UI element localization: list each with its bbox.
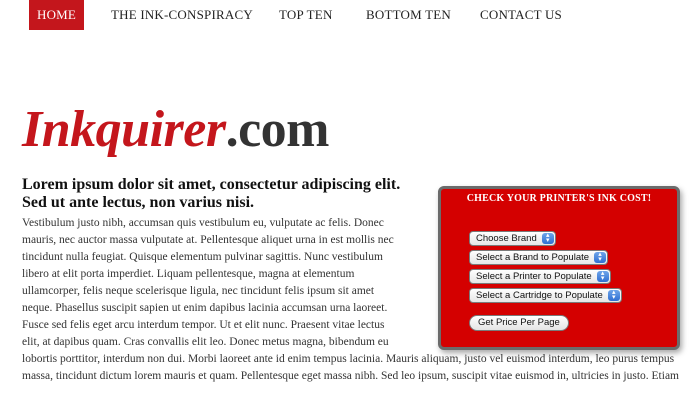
select-arrows-icon: ▴ ▾: [607, 289, 620, 301]
site-logo[interactable]: Inkquirer.com: [22, 100, 329, 159]
nav-top-ten[interactable]: TOP TEN: [279, 0, 333, 30]
page-headline: Lorem ipsum dolor sit amet, consectetur …: [22, 176, 401, 211]
logo-tld: .com: [225, 101, 330, 158]
printer-select-value: Select a Printer to Populate: [476, 271, 592, 282]
cartridge-select[interactable]: Select a Cartridge to Populate ▴ ▾: [469, 288, 622, 303]
nav-bottom-ten[interactable]: BOTTOM TEN: [366, 0, 451, 30]
get-price-button[interactable]: Get Price Per Page: [469, 315, 569, 331]
nav-ink-conspiracy[interactable]: THE INK-CONSPIRACY: [111, 0, 253, 30]
printer-select[interactable]: Select a Printer to Populate ▴ ▾: [469, 269, 611, 284]
widget-title: CHECK YOUR PRINTER'S INK COST!: [466, 193, 652, 204]
populate-brand-select[interactable]: Select a Brand to Populate ▴ ▾: [469, 250, 609, 265]
cartridge-select-value: Select a Cartridge to Populate: [476, 290, 603, 301]
nav-home[interactable]: HOME: [29, 0, 85, 30]
select-arrows-icon: ▴ ▾: [594, 251, 607, 263]
select-arrows-icon: ▴ ▾: [541, 232, 554, 244]
body-paragraph-wide: lobortis porttitor, interdum non dui. Mo…: [22, 353, 679, 382]
brand-select[interactable]: Choose Brand ▴ ▾: [469, 231, 556, 246]
nav-contact-us[interactable]: CONTACT US: [480, 0, 562, 30]
top-nav: HOME THE INK-CONSPIRACY TOP TEN BOTTOM T…: [0, 0, 700, 32]
ink-cost-widget: CHECK YOUR PRINTER'S INK COST! Choose Br…: [438, 186, 680, 350]
body-paragraph-narrow: Vestibulum justo nibh, accumsan quis ves…: [22, 217, 394, 348]
select-arrows-icon: ▴ ▾: [596, 270, 609, 282]
logo-brand: Inkquirer: [22, 101, 226, 158]
populate-brand-select-value: Select a Brand to Populate: [476, 252, 590, 263]
brand-select-value: Choose Brand: [476, 233, 537, 244]
